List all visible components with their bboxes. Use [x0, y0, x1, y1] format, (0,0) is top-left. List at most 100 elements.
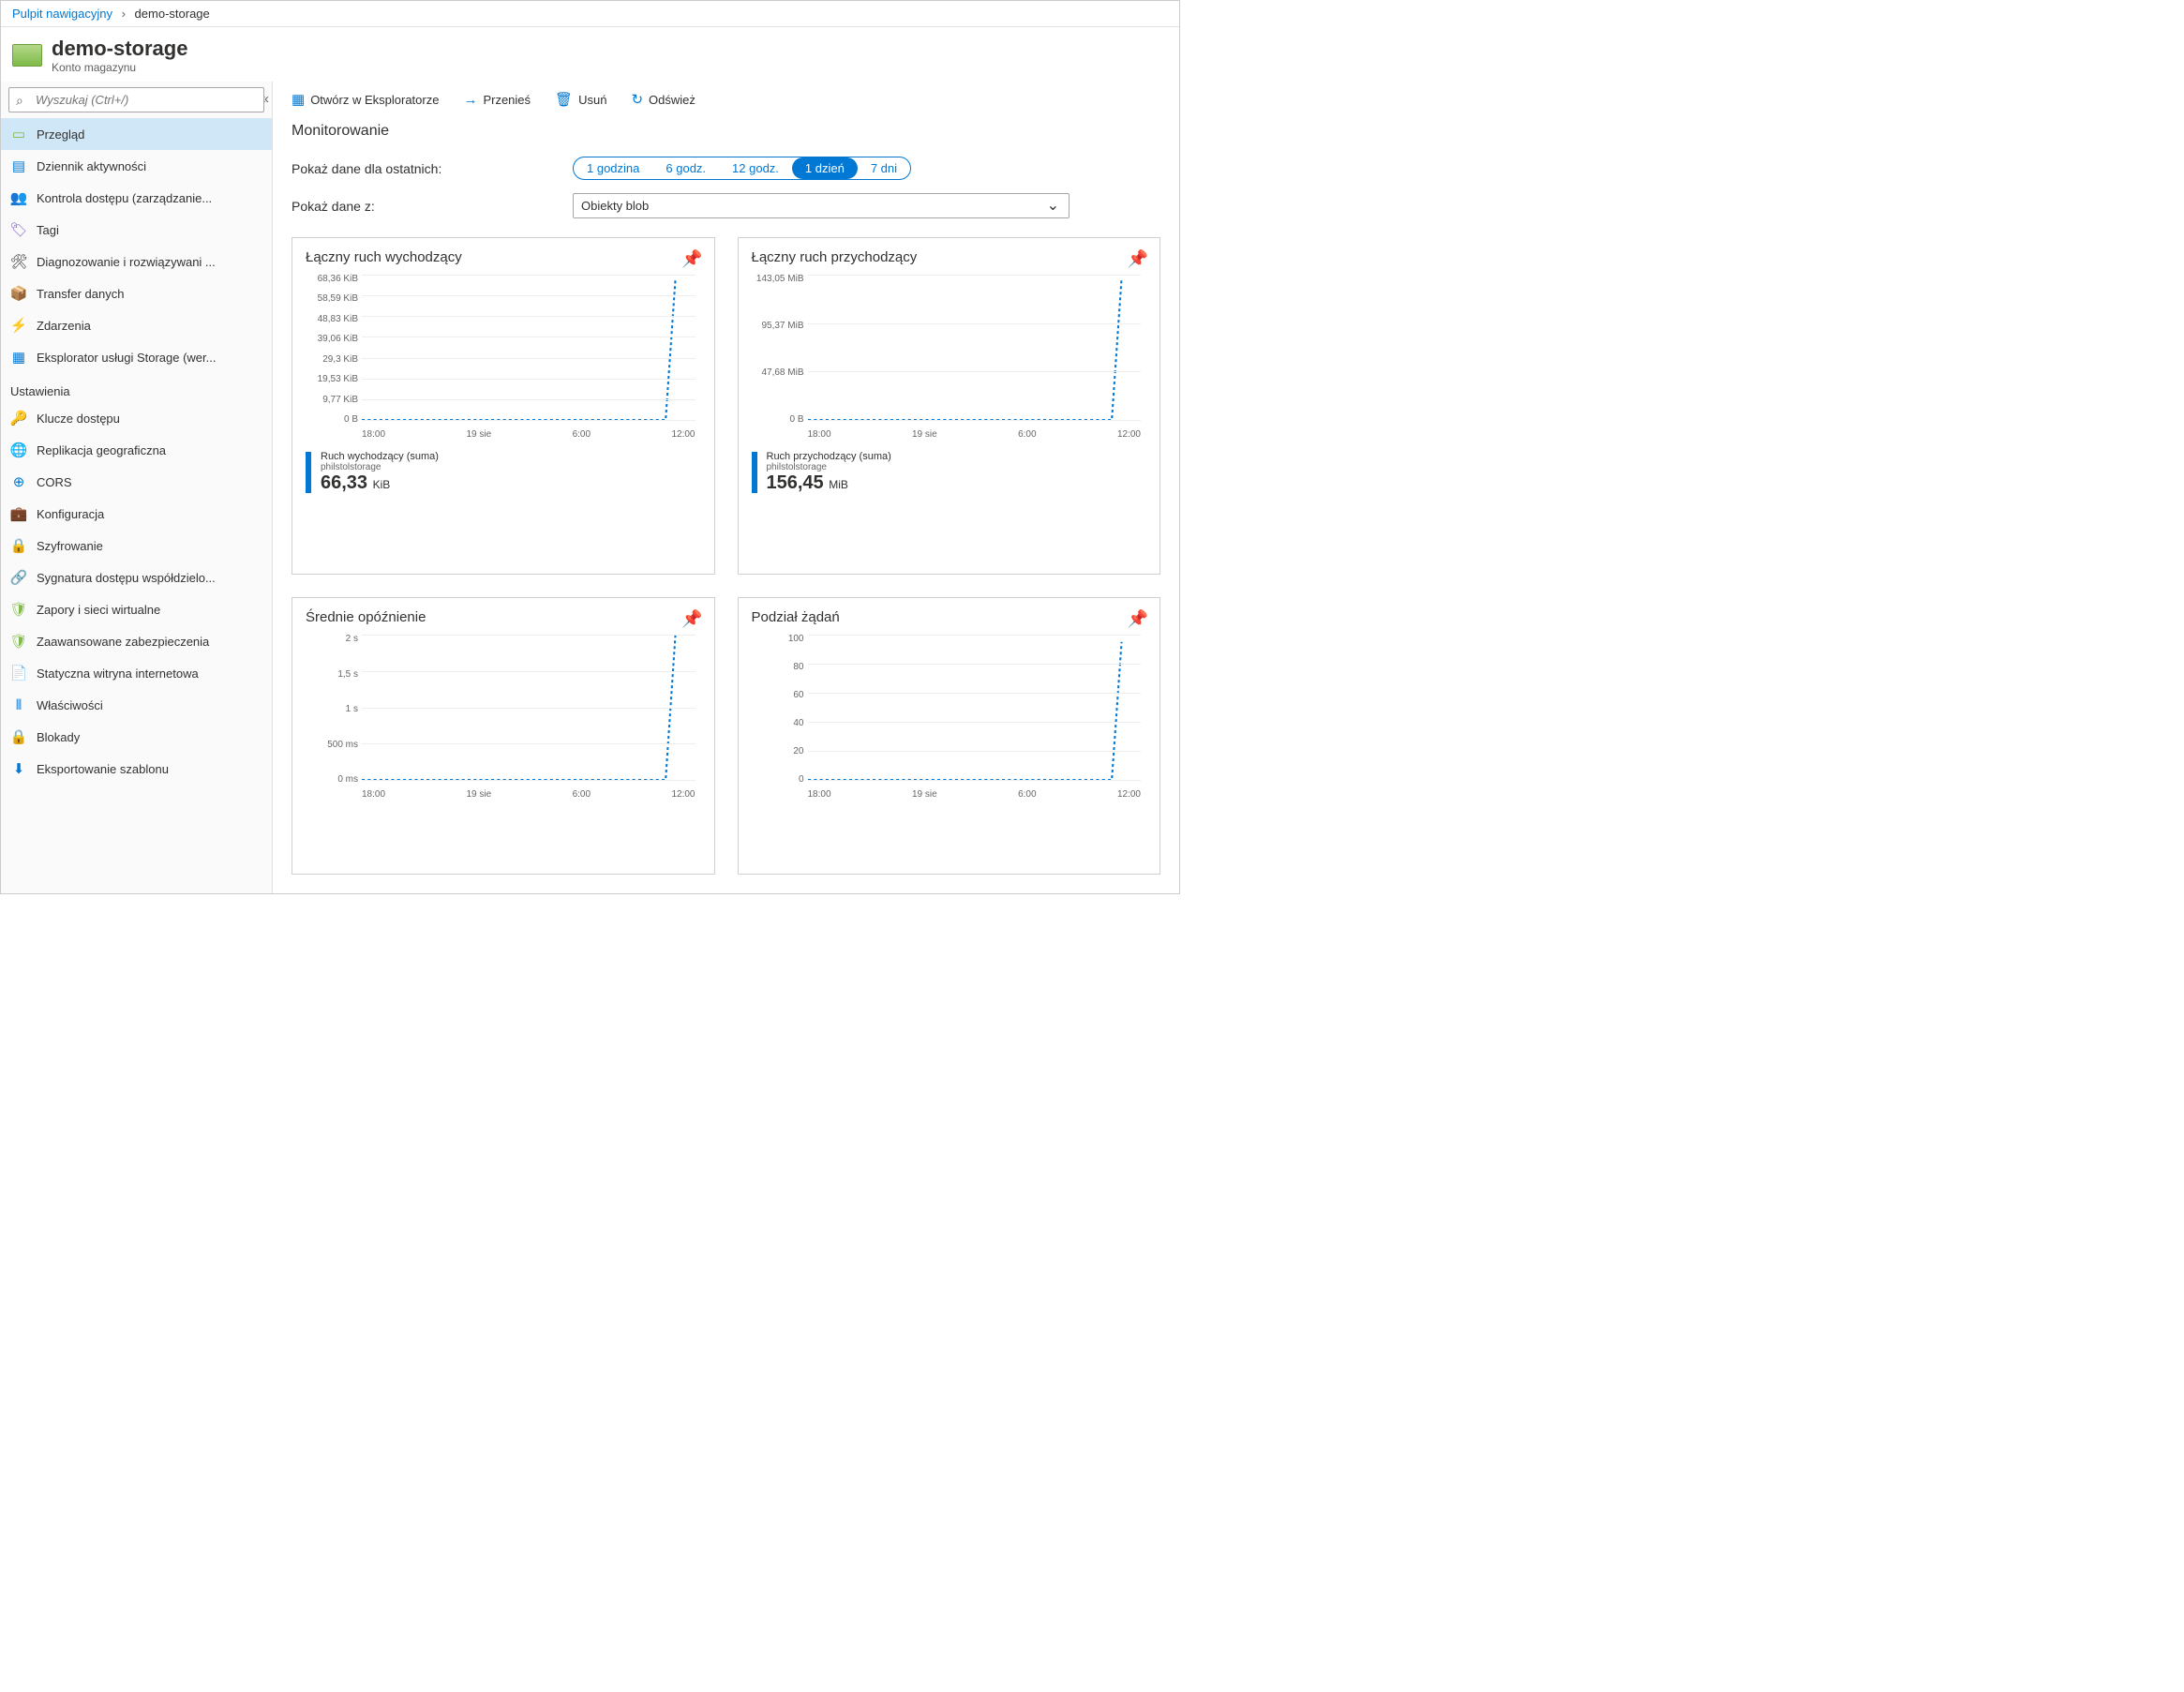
access-icon: 👥 [10, 189, 27, 206]
sidebar-item-label: Transfer danych [37, 287, 124, 301]
sidebar-item-0[interactable]: ▭ Przegląd [1, 118, 272, 150]
sidebar-item-label: Zaawansowane zabezpieczenia [37, 635, 209, 649]
pin-icon[interactable]: 📌 [1128, 249, 1148, 269]
sidebar-settings-item-6[interactable]: 🛡 Zapory i sieci wirtualne [1, 593, 272, 625]
x-axis-labels: 18:0019 sie6:0012:00 [808, 429, 1142, 440]
sidebar-settings-item-11[interactable]: ⬇ Eksportowanie szablonu [1, 753, 272, 785]
legend-color-bar [306, 452, 311, 493]
sidebar: « ⌕ ▭Przegląd▤Dziennik aktywności👥Kontro… [1, 82, 273, 893]
firewall-icon: 🛡 [10, 601, 27, 618]
move-label: Przenieś [483, 93, 531, 107]
log-icon: ▤ [10, 157, 27, 174]
nav-list[interactable]: ▭ Przegląd ▤ Dziennik aktywności 👥 Kontrola d… [1, 118, 272, 893]
events-icon: ⚡ [10, 317, 27, 334]
plot-area [362, 275, 696, 425]
x-axis-labels: 18:0019 sie6:0012:00 [362, 789, 696, 800]
source-label: Pokaż dane z: [292, 199, 554, 214]
sidebar-settings-item-3[interactable]: 💼Konfiguracja [1, 498, 272, 530]
sidebar-item-label: Replikacja geograficzna [37, 443, 166, 457]
x-axis-labels: 18:0019 sie6:0012:00 [808, 789, 1142, 800]
page-subtitle: Konto magazynu [52, 61, 187, 74]
sidebar-item-7[interactable]: ▦ Eksplorator usługi Storage (wer... [1, 341, 272, 373]
legend-resource-name: philstolstorage [321, 462, 439, 472]
storage-account-icon [12, 44, 42, 67]
sidebar-item-label: Kontrola dostępu (zarządzanie... [37, 191, 212, 205]
sidebar-settings-item-8[interactable]: 📄Statyczna witryna internetowa [1, 657, 272, 689]
search-input[interactable] [8, 87, 264, 112]
y-axis-labels: 143,05 MiB95,37 MiB47,68 MiB0 B [752, 275, 804, 425]
pin-icon[interactable]: 📌 [681, 609, 702, 629]
sidebar-item-label: Klucze dostępu [37, 412, 120, 426]
time-range-option[interactable]: 7 dni [858, 157, 910, 179]
legend-color-bar [752, 452, 757, 493]
delete-button[interactable]: 🗑 Usuń [555, 91, 606, 108]
legend-series-name: Ruch wychodzący (suma) [321, 451, 439, 462]
pin-icon[interactable]: 📌 [681, 249, 702, 269]
sidebar-item-label: Przegląd [37, 127, 84, 142]
delete-label: Usuń [578, 93, 606, 107]
sas-icon: 🔗 [10, 569, 27, 586]
chart-title: Łączny ruch przychodzący [752, 249, 1147, 265]
sidebar-item-label: Diagnozowanie i rozwiązywani ... [37, 255, 216, 269]
breadcrumb-root[interactable]: Pulpit nawigacyjny [12, 7, 112, 21]
refresh-icon: ↻ [631, 91, 643, 108]
sidebar-item-1[interactable]: ▤ Dziennik aktywności [1, 150, 272, 182]
props-icon: ⫴ [10, 696, 27, 713]
sidebar-item-3[interactable]: 🏷Tagi [1, 214, 272, 246]
overview-icon: ▭ [10, 126, 27, 142]
y-axis-labels: 100806040200 [752, 635, 804, 785]
encrypt-icon: 🔒 [10, 537, 27, 554]
sidebar-item-label: Właściwości [37, 698, 103, 712]
sidebar-settings-item-10[interactable]: 🔒Blokady [1, 721, 272, 753]
move-button[interactable]: → Przenieś [463, 92, 531, 108]
sidebar-item-label: Dziennik aktywności [37, 159, 146, 173]
open-label: Otwórz w Eksploratorze [310, 93, 439, 107]
range-label: Pokaż dane dla ostatnich: [292, 161, 554, 176]
time-range-option[interactable]: 12 godz. [719, 157, 792, 179]
sidebar-item-label: Zapory i sieci wirtualne [37, 603, 160, 617]
locks-icon: 🔒 [10, 728, 27, 745]
chart-title: Podział żądań [752, 609, 1147, 625]
chevron-right-icon: › [122, 7, 126, 21]
sidebar-item-label: Sygnatura dostępu współdzielo... [37, 571, 216, 585]
legend-resource-name: philstolstorage [767, 462, 891, 472]
sidebar-item-2[interactable]: 👥 Kontrola dostępu (zarządzanie... [1, 182, 272, 214]
sidebar-item-label: CORS [37, 475, 72, 489]
explorer-icon: ▦ [10, 349, 27, 366]
legend-value: 156,45 MiB [767, 472, 891, 494]
breadcrumb-current: demo-storage [135, 7, 210, 21]
time-range-selector: 1 godzina6 godz.12 godz.1 dzień7 dni [573, 157, 911, 180]
legend-value: 66,33 KiB [321, 472, 439, 494]
time-range-option[interactable]: 6 godz. [652, 157, 719, 179]
transfer-icon: 📦 [10, 285, 27, 302]
sidebar-settings-item-0[interactable]: 🔑Klucze dostępu [1, 402, 272, 434]
config-icon: 💼 [10, 505, 27, 522]
sidebar-item-6[interactable]: ⚡Zdarzenia [1, 309, 272, 341]
sidebar-settings-item-7[interactable]: 🛡Zaawansowane zabezpieczenia [1, 625, 272, 657]
monitoring-title: Monitorowanie [273, 117, 1179, 153]
cors-icon: ⊕ [10, 473, 27, 490]
sidebar-settings-item-2[interactable]: ⊕ CORS [1, 466, 272, 498]
time-range-option[interactable]: 1 godzina [574, 157, 652, 179]
breadcrumb: Pulpit nawigacyjny › demo-storage [1, 1, 1179, 27]
toolbar: ▦ Otwórz w Eksploratorze → Przenieś 🗑 Us… [273, 82, 1179, 117]
open-explorer-button[interactable]: ▦ Otwórz w Eksploratorze [292, 91, 439, 108]
export-icon: ⬇ [10, 760, 27, 777]
sidebar-settings-item-4[interactable]: 🔒Szyfrowanie [1, 530, 272, 562]
sidebar-settings-item-9[interactable]: ⫴ Właściwości [1, 689, 272, 721]
chart-title: Łączny ruch wychodzący [306, 249, 701, 265]
pin-icon[interactable]: 📌 [1128, 609, 1148, 629]
sidebar-settings-item-5[interactable]: 🔗 Sygnatura dostępu współdzielo... [1, 562, 272, 593]
sidebar-item-label: Eksplorator usługi Storage (wer... [37, 351, 216, 365]
sidebar-item-5[interactable]: 📦 Transfer danych [1, 277, 272, 309]
refresh-button[interactable]: ↻ Odśwież [631, 91, 695, 108]
sidebar-settings-item-1[interactable]: 🌐Replikacja geograficzna [1, 434, 272, 466]
sidebar-item-label: Tagi [37, 223, 59, 237]
nav-section-settings: Ustawienia [1, 373, 272, 402]
plot-area [362, 635, 696, 785]
time-range-option[interactable]: 1 dzień [792, 157, 858, 179]
sidebar-item-4[interactable]: 🛠Diagnozowanie i rozwiązywani ... [1, 246, 272, 277]
sidebar-item-label: Eksportowanie szablonu [37, 762, 169, 776]
x-axis-labels: 18:0019 sie6:0012:00 [362, 429, 696, 440]
source-select[interactable]: Obiekty blob [573, 193, 1070, 218]
